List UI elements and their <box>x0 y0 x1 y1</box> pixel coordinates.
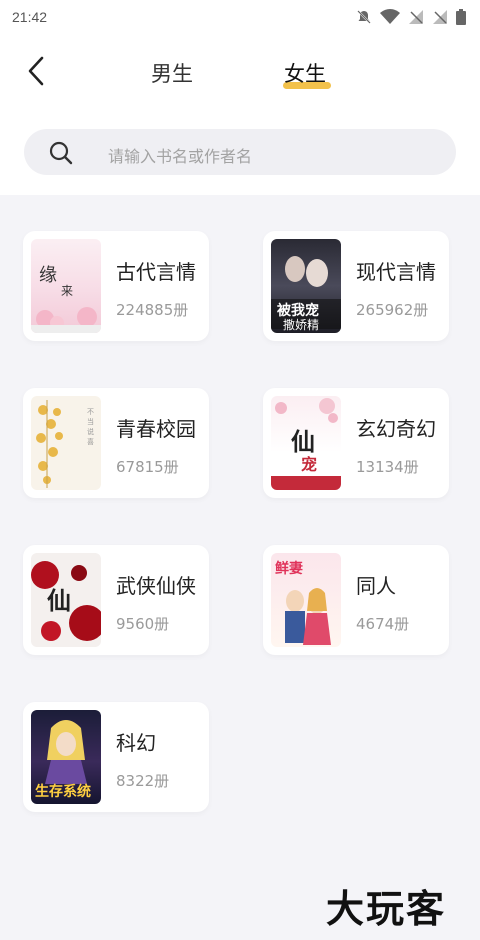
book-cover-image: 仙 <box>31 553 101 647</box>
category-card-modern-romance[interactable]: 被我宠 撒娇精 现代言情 265962册 <box>263 231 449 341</box>
book-cover-image: 被我宠 撒娇精 <box>271 239 341 333</box>
category-name: 同人 <box>356 574 396 598</box>
search-placeholder: 请输入书名或作者名 <box>108 147 253 166</box>
back-button[interactable] <box>22 54 52 88</box>
svg-text:仙: 仙 <box>291 427 315 456</box>
book-cover-image: 鲜妻 <box>271 553 341 647</box>
battery-icon <box>456 9 466 29</box>
category-card-scifi[interactable]: 生存系统 科幻 8322册 <box>23 702 209 812</box>
svg-text:鲜妻: 鲜妻 <box>275 560 303 577</box>
category-count: 9560册 <box>116 615 170 633</box>
category-count: 13134册 <box>356 458 419 476</box>
tab-male[interactable]: 男生 <box>151 58 193 88</box>
category-name: 玄幻奇幻 <box>356 417 436 441</box>
signal-icon-2 <box>432 9 448 29</box>
category-count: 4674册 <box>356 615 410 633</box>
category-card-fanfic[interactable]: 鲜妻 同人 4674册 <box>263 545 449 655</box>
status-bar: 21:42 <box>0 0 480 34</box>
svg-text:不: 不 <box>87 408 94 416</box>
svg-text:生存系统: 生存系统 <box>35 783 91 800</box>
book-cover-image: 仙宠 <box>271 396 341 490</box>
svg-text:喜: 喜 <box>87 437 94 446</box>
book-cover-image: 缘来 <box>31 239 101 333</box>
svg-text:被我宠: 被我宠 <box>277 302 319 319</box>
mute-icon <box>356 9 372 29</box>
book-cover-image: 不当说喜 <box>31 396 101 490</box>
category-name: 青春校园 <box>116 417 196 441</box>
signal-icon <box>408 9 424 29</box>
category-name: 科幻 <box>116 731 156 755</box>
svg-text:当: 当 <box>87 417 94 426</box>
book-cover-image: 生存系统 <box>31 710 101 804</box>
category-count: 224885册 <box>116 301 189 319</box>
tab-female[interactable]: 女生 <box>284 58 326 88</box>
svg-text:仙: 仙 <box>47 586 71 615</box>
back-arrow-icon <box>28 56 44 86</box>
status-time: 21:42 <box>12 9 48 25</box>
category-name: 现代言情 <box>356 260 436 284</box>
category-count: 8322册 <box>116 772 170 790</box>
watermark-text: 大玩客 <box>326 887 447 931</box>
category-name: 武侠仙侠 <box>116 574 196 598</box>
search-icon <box>49 141 73 165</box>
category-card-wuxia[interactable]: 仙 武侠仙侠 9560册 <box>23 545 209 655</box>
svg-text:撒娇精: 撒娇精 <box>283 317 319 332</box>
wifi-icon <box>380 9 400 29</box>
svg-text:宠: 宠 <box>301 455 317 474</box>
category-name: 古代言情 <box>116 260 196 284</box>
svg-text:来: 来 <box>61 284 73 298</box>
search-bar[interactable]: 请输入书名或作者名 <box>24 129 456 175</box>
top-nav: 男生 女生 <box>0 44 480 100</box>
svg-text:说: 说 <box>87 427 94 436</box>
category-card-youth-campus[interactable]: 不当说喜 青春校园 67815册 <box>23 388 209 498</box>
category-card-ancient-romance[interactable]: 缘来 古代言情 224885册 <box>23 231 209 341</box>
svg-text:缘: 缘 <box>39 265 57 286</box>
category-count: 265962册 <box>356 301 429 319</box>
category-count: 67815册 <box>116 458 179 476</box>
category-card-fantasy[interactable]: 仙宠 玄幻奇幻 13134册 <box>263 388 449 498</box>
